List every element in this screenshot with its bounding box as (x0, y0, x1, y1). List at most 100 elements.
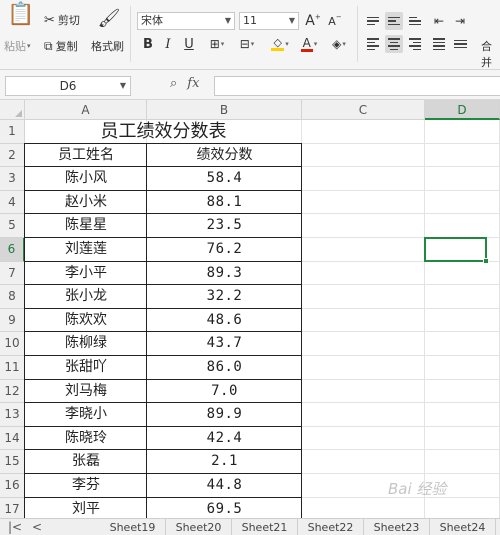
row-header-16[interactable]: 16 (0, 474, 25, 498)
row-header-7[interactable]: 7 (0, 261, 25, 286)
score-cell[interactable]: 44.8 (147, 474, 302, 498)
row-header-12[interactable]: 12 (0, 379, 25, 404)
shrink-font-button[interactable]: A − (326, 12, 344, 30)
borders-button[interactable]: ⊞ ▾ (204, 35, 230, 53)
zoom-lookup-icon[interactable]: ⌕ (170, 76, 177, 91)
cell-style-button[interactable]: ⊟ ▾ (234, 35, 260, 53)
row-header-14[interactable]: 14 (0, 426, 25, 451)
row-header-5[interactable]: 5 (0, 214, 25, 238)
align-top-button[interactable] (364, 12, 382, 30)
column-header-b[interactable]: B (147, 100, 302, 120)
sheet-tab[interactable]: Sheet24 (430, 519, 496, 535)
header-cell-name[interactable]: 员工姓名 (25, 144, 147, 168)
row-header-6[interactable]: 6 (0, 238, 25, 262)
row-header-10[interactable]: 10 (0, 332, 25, 356)
align-top-icon (367, 16, 379, 26)
score-cell[interactable]: 69.5 (147, 498, 302, 518)
score-cell[interactable]: 89.3 (147, 262, 302, 286)
row-header-8[interactable]: 8 (0, 285, 25, 309)
sheet-title-cell[interactable]: 员工绩效分数表 (25, 120, 302, 144)
name-cell[interactable]: 李小平 (25, 262, 147, 286)
name-cell[interactable]: 张磊 (25, 450, 147, 474)
font-name-select[interactable]: 宋体 ▼ (137, 12, 235, 30)
name-cell[interactable]: 张小龙 (25, 285, 147, 309)
name-cell[interactable]: 赵小米 (25, 191, 147, 215)
score-cell[interactable]: 76.2 (147, 238, 302, 262)
name-cell[interactable]: 陈柳绿 (25, 332, 147, 356)
column-header-d[interactable]: D (425, 100, 500, 120)
name-cell[interactable]: 刘马梅 (25, 380, 147, 404)
paste-button[interactable]: 📋 (6, 4, 36, 26)
align-middle-button[interactable] (385, 12, 403, 30)
row-header-4[interactable]: 4 (0, 190, 25, 215)
name-cell[interactable]: 陈星星 (25, 214, 147, 238)
header-cell-score[interactable]: 绩效分数 (147, 144, 302, 168)
format-painter-button[interactable]: 🖌 (93, 10, 125, 28)
justify-button[interactable] (430, 35, 448, 53)
score-cell[interactable]: 48.6 (147, 309, 302, 333)
row-header-11[interactable]: 11 (0, 356, 25, 380)
bold-button[interactable]: B (139, 35, 157, 53)
row-header-13[interactable]: 13 (0, 403, 25, 427)
row-header-17[interactable]: 17 (0, 497, 25, 518)
sheet-tab[interactable]: Sheet20 (166, 519, 232, 535)
underline-button[interactable]: U (180, 35, 198, 53)
row-header-2[interactable]: 2 (0, 143, 25, 168)
score-cell[interactable]: 58.4 (147, 167, 302, 191)
font-color-button[interactable]: A ▾ (296, 35, 322, 53)
align-center-button[interactable] (385, 35, 403, 53)
column-header-c[interactable]: C (302, 100, 425, 120)
name-cell[interactable]: 陈晓玲 (25, 427, 147, 451)
sheet-tab[interactable]: Sheet21 (232, 519, 298, 535)
distribute-button[interactable] (451, 35, 469, 53)
first-sheet-button[interactable]: |< (8, 519, 22, 535)
paste-dropdown-icon[interactable]: ▾ (27, 42, 31, 50)
name-cell[interactable]: 刘平 (25, 498, 147, 518)
formula-input[interactable] (214, 76, 500, 96)
watermark: Bai 经验 (388, 480, 447, 498)
name-cell[interactable]: 陈小风 (25, 167, 147, 191)
score-cell[interactable]: 32.2 (147, 285, 302, 309)
clear-format-button[interactable]: ◈ ▾ (326, 35, 352, 53)
merge-button[interactable]: 合并 (481, 38, 500, 69)
indent-decrease-button[interactable]: ⇤ (430, 12, 448, 30)
score-cell[interactable]: 86.0 (147, 356, 302, 380)
sheet-tab[interactable]: Sheet23 (364, 519, 430, 535)
selected-cell[interactable] (424, 237, 489, 264)
score-cell[interactable]: 23.5 (147, 214, 302, 238)
score-cell[interactable]: 43.7 (147, 332, 302, 356)
row-header-3[interactable]: 3 (0, 167, 25, 191)
name-cell[interactable]: 张甜吖 (25, 356, 147, 380)
indent-increase-button[interactable]: ⇥ (451, 12, 469, 30)
name-cell[interactable]: 陈欢欢 (25, 309, 147, 333)
row-header-1[interactable]: 1 (0, 120, 25, 144)
fill-color-button[interactable]: ◇ ▾ (266, 35, 294, 53)
row-header-9[interactable]: 9 (0, 308, 25, 333)
fill-handle[interactable] (483, 257, 489, 264)
score-cell[interactable]: 89.9 (147, 403, 302, 427)
insert-function-button[interactable]: fx (187, 76, 199, 91)
column-header-a[interactable]: A (25, 100, 147, 120)
align-right-button[interactable] (406, 35, 424, 53)
score-cell[interactable]: 2.1 (147, 450, 302, 474)
name-cell[interactable]: 刘莲莲 (25, 238, 147, 262)
name-box[interactable]: D6 ▼ (5, 76, 131, 96)
score-cell[interactable]: 7.0 (147, 380, 302, 404)
grow-font-button[interactable]: A + (304, 12, 322, 30)
sheet-tab[interactable]: Sheet22 (298, 519, 364, 535)
cut-button[interactable]: ✂ 剪切 (44, 12, 80, 28)
align-left-button[interactable] (364, 35, 382, 53)
font-size-select[interactable]: 11 ▼ (239, 12, 299, 30)
sheet-tab[interactable]: Sheet19 (100, 519, 166, 535)
prev-sheet-button[interactable]: < (32, 519, 42, 535)
score-cell[interactable]: 42.4 (147, 427, 302, 451)
format-painter-label-wrap: 格式刷 (91, 38, 124, 54)
align-bottom-button[interactable] (406, 12, 424, 30)
select-all-corner[interactable] (0, 100, 25, 120)
row-header-15[interactable]: 15 (0, 450, 25, 474)
copy-button[interactable]: ⧉ 复制 (44, 38, 78, 54)
name-cell[interactable]: 李芬 (25, 474, 147, 498)
name-cell[interactable]: 李晓小 (25, 403, 147, 427)
italic-button[interactable]: I (159, 35, 177, 53)
score-cell[interactable]: 88.1 (147, 191, 302, 215)
